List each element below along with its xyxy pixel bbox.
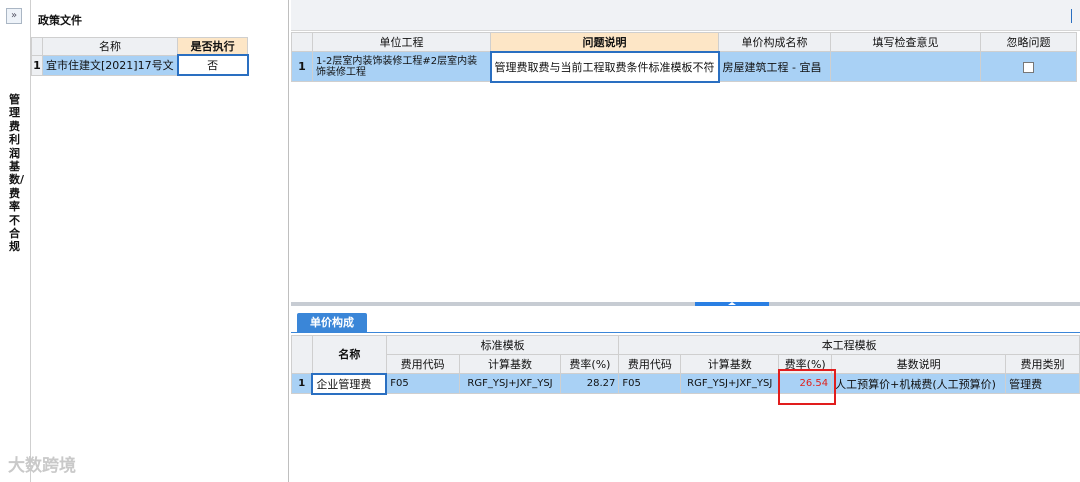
fee-type-cell[interactable]: 管理费 [1005,373,1080,394]
fee-name-cell[interactable]: 企业管理费 [311,372,388,395]
row-number-header [291,32,313,52]
column-header-ignore-issue[interactable]: 忽略问题 [980,32,1077,52]
right-area: 单位工程 问题说明 单价构成名称 填写检查意见 忽略问题 1 1-2层室内装饰装… [291,0,1080,482]
column-header-unit-project[interactable]: 单位工程 [312,32,491,52]
ignore-issue-cell [980,51,1077,82]
column-header-composition-name[interactable]: 单价构成名称 [718,32,831,52]
unit-project-cell[interactable]: 1-2层室内装饰装修工程#2层室内装饰装修工程 [312,51,491,82]
row-number: 1 [31,54,43,76]
composition-sub-header: 费用代码 计算基数 费率(%) 费用代码 计算基数 费率(%) 基数说明 费用类… [292,354,1080,374]
chevron-up-icon [728,302,736,305]
prj-rate-cell[interactable]: 26.54 [778,373,833,394]
tab-unit-price-composition[interactable]: 单价构成 [297,313,367,333]
column-header-execute[interactable]: 是否执行 [177,37,249,56]
row-number-header [291,335,313,374]
lower-tab-bar: 单价构成 [291,310,1080,333]
table-row[interactable]: 1 企业管理费 F05 RGF_YSJ+JXF_YSJ 28.27 F05 RG… [291,372,1080,395]
column-header-base-description[interactable]: 基数说明 [831,354,1007,374]
execute-select-cell[interactable]: 否 [176,54,249,76]
group-header-project-template: 本工程模板 [618,335,1080,355]
column-header-fee-type[interactable]: 费用类别 [1005,354,1080,374]
policy-table-header: 名称 是否执行 [31,37,249,56]
std-fee-code-cell[interactable]: F05 [385,373,460,394]
policy-panel: 政策文件 名称 是否执行 1 宜市住建文[2021]17号文 否 [31,0,289,482]
issue-description-cell[interactable]: 管理费取费与当前工程取费条件标准模板不符 [489,50,720,83]
group-header-standard-template: 标准模板 [385,335,620,355]
column-header-issue-description[interactable]: 问题说明 [490,32,719,52]
issues-table: 单位工程 问题说明 单价构成名称 填写检查意见 忽略问题 1 1-2层室内装饰装… [291,32,1077,83]
panel-splitter[interactable] [291,302,1080,306]
column-header-prj-rate[interactable]: 费率(%) [778,354,833,374]
issue-category-title: 管理费利润基数/费率不合规 [9,93,25,254]
table-row[interactable]: 1 宜市住建文[2021]17号文 否 [31,54,249,76]
composition-group-header: 名称 标准模板 本工程模板 [291,335,1080,374]
column-header-std-rate[interactable]: 费率(%) [560,354,620,374]
std-rate-cell[interactable]: 28.27 [560,373,620,394]
prj-fee-code-cell[interactable]: F05 [618,373,682,394]
composition-name-cell[interactable]: 房屋建筑工程 - 宜昌 [718,51,831,82]
prj-calc-base-cell[interactable]: RGF_YSJ+JXF_YSJ [680,373,780,394]
base-description-cell[interactable]: 人工预算价+机械费(人工预算价) [831,373,1007,394]
policy-panel-title: 政策文件 [38,14,82,27]
row-number: 1 [291,51,313,82]
left-vertical-strip: » 管理费利润基数/费率不合规 [0,0,31,482]
ignore-issue-checkbox[interactable] [1023,61,1034,73]
table-row[interactable]: 1 1-2层室内装饰装修工程#2层室内装饰装修工程 管理费取费与当前工程取费条件… [291,50,1077,83]
column-header-prj-calc-base[interactable]: 计算基数 [680,354,780,374]
collapse-panel-button[interactable]: » [6,8,22,24]
column-header-name[interactable]: 名称 [311,335,387,374]
column-header-prj-fee-code[interactable]: 费用代码 [618,354,682,374]
watermark: 大数跨境 [8,456,76,476]
policy-name-cell[interactable]: 宜市住建文[2021]17号文 [41,54,179,76]
column-header-check-opinion[interactable]: 填写检查意见 [830,32,981,52]
issues-table-header: 单位工程 问题说明 单价构成名称 填写检查意见 忽略问题 [291,32,1077,52]
check-opinion-cell[interactable] [830,51,981,82]
toolbar-edge-mark [1071,9,1072,23]
top-toolbar [291,0,1080,31]
composition-table: 名称 标准模板 本工程模板 费用代码 计算基数 费率(%) 费用代码 计算基数 … [291,335,1080,395]
policy-table: 名称 是否执行 1 宜市住建文[2021]17号文 否 [31,37,249,76]
column-header-std-fee-code[interactable]: 费用代码 [385,354,460,374]
row-number: 1 [291,373,313,394]
row-number-header [31,37,43,56]
column-header-std-calc-base[interactable]: 计算基数 [458,354,562,374]
column-header-name[interactable]: 名称 [41,37,179,56]
std-calc-base-cell[interactable]: RGF_YSJ+JXF_YSJ [458,373,562,394]
